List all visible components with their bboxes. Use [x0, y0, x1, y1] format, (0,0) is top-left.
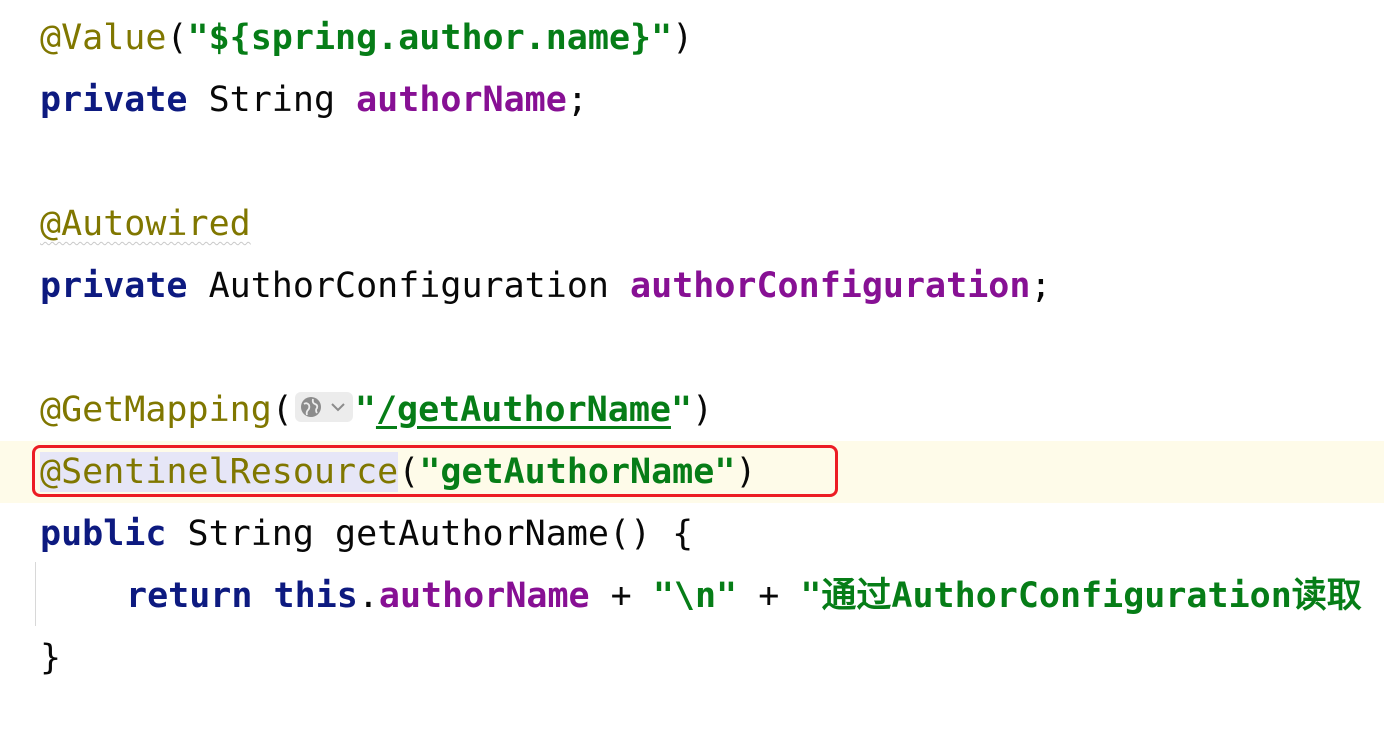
- code-line-1[interactable]: @Value("${spring.author.name}"): [0, 7, 1384, 69]
- string-literal: "getAuthorName": [419, 452, 736, 492]
- semicolon: ;: [1030, 266, 1052, 306]
- url-path-link[interactable]: /getAuthorName: [376, 390, 671, 430]
- keyword-return: return: [126, 576, 253, 616]
- quote-close: ": [670, 390, 693, 430]
- annotation-sentinelresource: @SentinelResource: [40, 452, 399, 492]
- method-signature: getAuthorName() {: [335, 514, 694, 554]
- chevron-down-icon: [331, 403, 345, 412]
- field-name: authorConfiguration: [630, 266, 1031, 306]
- operator-plus: +: [589, 576, 653, 616]
- string-newline: "\n": [652, 576, 738, 616]
- keyword-private: private: [40, 80, 188, 120]
- string-literal: "${spring.author.name}": [187, 18, 673, 58]
- type-name: String: [187, 514, 314, 554]
- paren-open: (: [398, 452, 420, 492]
- code-line-5[interactable]: private AuthorConfiguration authorConfig…: [0, 255, 1384, 317]
- annotation-value: @Value: [40, 18, 167, 58]
- code-editor[interactable]: @Value("${spring.author.name}") private …: [0, 0, 1384, 750]
- quote-open: ": [354, 390, 376, 430]
- paren-open: (: [271, 390, 293, 430]
- closing-brace: }: [40, 638, 62, 678]
- paren-close: ): [672, 18, 694, 58]
- annotation-getmapping: @GetMapping: [40, 390, 272, 430]
- field-name: authorName: [378, 576, 590, 616]
- paren-open: (: [166, 18, 188, 58]
- code-line-8[interactable]: @SentinelResource("getAuthorName"): [0, 441, 1384, 503]
- type-name: AuthorConfiguration: [208, 266, 609, 306]
- keyword-private: private: [40, 266, 188, 306]
- field-name: authorName: [356, 80, 567, 120]
- type-name: String: [208, 80, 336, 120]
- code-line-10[interactable]: return this.authorName + "\n" + "通过Autho…: [0, 565, 1384, 627]
- dot: .: [357, 576, 379, 616]
- code-line-11[interactable]: }: [0, 627, 1384, 689]
- code-line-2[interactable]: private String authorName;: [0, 69, 1384, 131]
- operator-plus: +: [737, 576, 801, 616]
- semicolon: ;: [566, 80, 588, 120]
- code-line-9[interactable]: public String getAuthorName() {: [0, 503, 1384, 565]
- code-line-4[interactable]: @Autowired: [0, 193, 1384, 255]
- annotation-autowired: @Autowired: [40, 204, 251, 244]
- code-line-7[interactable]: @GetMapping( "/getAuthorName"): [0, 379, 1384, 441]
- globe-icon: [300, 397, 321, 417]
- paren-close: ): [735, 452, 757, 492]
- paren-close: ): [692, 390, 714, 430]
- string-literal-chinese: "通过AuthorConfiguration读取: [800, 576, 1362, 616]
- keyword-public: public: [40, 514, 167, 554]
- keyword-this: this: [273, 576, 358, 616]
- endpoint-inlay-button[interactable]: [294, 392, 353, 422]
